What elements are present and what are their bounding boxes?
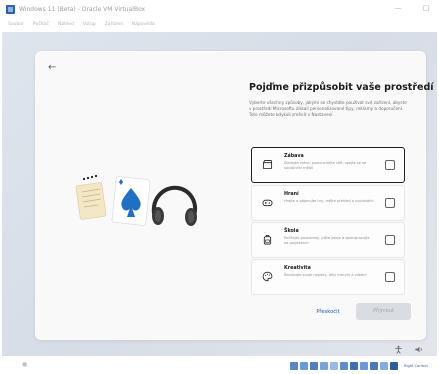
- option-school[interactable]: Škola Počítejte poznámky, pište eseje a …: [251, 222, 405, 258]
- mouse-integration-icon[interactable]: [380, 362, 388, 370]
- virtualbox-icon: [6, 4, 15, 14]
- dots-decoration: [82, 174, 98, 181]
- option-description: Počítejte poznámky, pište eseje a spolup…: [284, 236, 370, 245]
- option-description: Hrajte a objevujte hry, mějte přehled o …: [284, 199, 374, 203]
- audio-icon[interactable]: [310, 362, 318, 370]
- option-gaming[interactable]: Hraní Hrajte a objevujte hry, mějte přeh…: [251, 185, 405, 221]
- option-title: Zábava: [284, 154, 304, 159]
- clapperboard-icon: [262, 160, 273, 170]
- page-description: Vyberte všechny způsoby, jakými se chyst…: [249, 100, 407, 118]
- menu-view[interactable]: Náhled: [58, 22, 74, 27]
- option-title: Hraní: [284, 192, 299, 197]
- option-description: Realizujte svoje nápady, díky kterým a v…: [284, 273, 367, 277]
- optical-drive-icon[interactable]: [300, 362, 308, 370]
- shared-folders-icon[interactable]: [340, 362, 348, 370]
- menu-bar: Soubor Počítač Náhled Vstup Zařízení Náp…: [0, 18, 439, 30]
- window-title-bar: Windows 11 (Beta) - Oracle VM VirtualBox…: [0, 0, 439, 18]
- menu-file[interactable]: Soubor: [8, 22, 24, 27]
- status-indicator-icon: ●: [22, 361, 28, 368]
- virtualbox-status-bar: ● Right Control: [0, 358, 439, 374]
- minimize-button[interactable]: —: [393, 3, 403, 13]
- cpu-icon[interactable]: [370, 362, 378, 370]
- palette-icon: [262, 271, 273, 282]
- option-title: Škola: [284, 229, 299, 234]
- accessibility-icon[interactable]: [394, 345, 403, 354]
- recording-icon[interactable]: [360, 362, 368, 370]
- spade-card-icon: [111, 176, 151, 226]
- option-description: Sledujte videa, poslouchejte sítě, spojt…: [284, 161, 367, 170]
- hard-disk-icon[interactable]: [290, 362, 298, 370]
- back-arrow-icon[interactable]: ←: [48, 63, 56, 73]
- option-title: Kreativita: [284, 266, 311, 271]
- notepad-icon: [75, 182, 107, 220]
- volume-icon[interactable]: [414, 345, 424, 354]
- option-entertainment[interactable]: Zábava Sledujte videa, poslouchejte sítě…: [251, 147, 405, 183]
- option-checkbox[interactable]: [385, 198, 395, 208]
- network-icon[interactable]: [320, 362, 328, 370]
- menu-machine[interactable]: Počítač: [33, 22, 49, 27]
- option-creativity[interactable]: Kreativita Realizujte svoje nápady, díky…: [251, 259, 405, 295]
- host-key-label: Right Control: [404, 364, 428, 368]
- menu-input[interactable]: Vstup: [83, 22, 96, 27]
- window-controls: — □: [393, 3, 431, 13]
- page-title: Pojďme přizpůsobit vaše prostředí: [249, 82, 434, 93]
- accept-button[interactable]: Přijmout: [356, 303, 411, 320]
- menu-devices[interactable]: Zařízení: [105, 22, 123, 27]
- display-icon[interactable]: [350, 362, 358, 370]
- window-title: Windows 11 (Beta) - Oracle VM VirtualBox: [19, 5, 146, 13]
- usb-icon[interactable]: [330, 362, 338, 370]
- host-key-icon[interactable]: [390, 362, 398, 370]
- device-status-icons: [290, 362, 398, 370]
- option-checkbox[interactable]: [385, 160, 395, 170]
- maximize-button[interactable]: □: [421, 3, 431, 13]
- gamepad-icon: [262, 199, 273, 207]
- headphones-icon: [151, 185, 197, 226]
- backpack-icon: [263, 235, 272, 245]
- option-checkbox[interactable]: [385, 235, 395, 245]
- personalization-illustration: [75, 174, 197, 226]
- skip-button[interactable]: Přeskočit: [303, 305, 353, 319]
- option-checkbox[interactable]: [385, 272, 395, 282]
- menu-help[interactable]: Nápověda: [132, 22, 155, 27]
